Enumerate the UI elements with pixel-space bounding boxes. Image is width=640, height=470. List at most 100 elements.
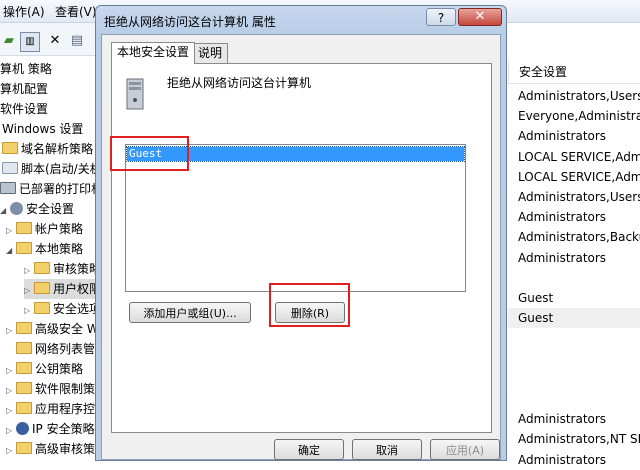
tree-item-label: 脚本(启动/关机	[21, 162, 96, 176]
policy-setting-row[interactable]: Administrators	[518, 126, 640, 146]
tree-item-software-settings[interactable]: 软件设置	[0, 99, 48, 119]
expand-triangle-icon[interactable]: ▷	[24, 261, 34, 281]
folder-icon	[16, 222, 32, 234]
expand-triangle-icon[interactable]: ▷	[24, 301, 34, 321]
tree-item-label: 高级安全 W	[35, 322, 96, 336]
collapse-triangle-icon[interactable]: ◢	[0, 201, 10, 221]
tree-item-label: 安全设置	[26, 202, 75, 216]
folder-icon	[16, 362, 32, 374]
policy-setting-row[interactable]: Administrators	[518, 450, 640, 470]
tab-page: 拒绝从网络访问这台计算机 Guest 添加用户或组(U)... 删除(R)	[111, 63, 492, 433]
tree-item-audit-policy[interactable]: ▷ 审核策略	[24, 259, 96, 279]
help-button[interactable]: ?	[426, 8, 456, 26]
tab-local-security-setting[interactable]: 本地安全设置	[111, 42, 196, 64]
expand-triangle-icon[interactable]: ▷	[6, 321, 16, 341]
folder-icon	[16, 442, 32, 454]
tree-item-label: 算机配置	[0, 82, 49, 96]
apply-button[interactable]: 应用(A)	[430, 439, 500, 460]
expand-triangle-icon[interactable]: ▷	[6, 361, 16, 381]
tree-item-user-rights[interactable]: ▷ 用户权限	[24, 279, 96, 299]
add-user-or-group-button[interactable]: 添加用户或组(U)...	[129, 302, 251, 323]
script-icon	[2, 162, 18, 174]
tree-item-label: IP 安全策略	[32, 422, 95, 436]
policy-setting-row[interactable]: Guest	[508, 308, 640, 329]
annotation-box-guest	[110, 136, 189, 171]
tree-item-windows-settings[interactable]: Windows 设置	[2, 119, 83, 139]
tree-item-name-resolution[interactable]: 域名解析策略	[2, 139, 93, 159]
folder-icon[interactable]: ▰	[0, 32, 18, 50]
expand-triangle-icon[interactable]: ▷	[6, 221, 16, 241]
tree-item-scripts[interactable]: 脚本(启动/关机	[2, 159, 96, 179]
policy-heading: 拒绝从网络访问这台计算机	[167, 76, 312, 90]
console-tree: 算机 策略 算机配置 软件设置 Windows 设置 域名解析策略 脚本(启动/…	[0, 56, 96, 461]
policy-setting-row[interactable]: LOCAL SERVICE,Admi...	[518, 167, 640, 187]
annotation-box-remove	[269, 283, 350, 327]
dialog-title: 拒绝从网络访问这台计算机 属性	[104, 15, 276, 29]
details-view-icon[interactable]: ▥	[20, 32, 40, 52]
tree-item-app-control[interactable]: ▷ 应用程序控	[6, 399, 95, 419]
folder-icon	[2, 142, 18, 154]
tree-item-computer-config[interactable]: 算机配置	[0, 79, 48, 99]
tree-item-software-restriction[interactable]: ▷ 软件限制策	[6, 379, 95, 399]
tree-item-advanced-firewall[interactable]: ▷ 高级安全 W	[6, 319, 96, 339]
expand-triangle-icon[interactable]: ▷	[6, 381, 16, 401]
policy-setting-row[interactable]	[518, 349, 640, 369]
tree-item-security-options[interactable]: ▷ 安全选项	[24, 299, 96, 319]
properties-icon[interactable]: ▤	[68, 32, 86, 50]
tree-item-advanced-audit[interactable]: ▷ 高级审核策	[6, 439, 95, 459]
policy-setting-row[interactable]: Everyone,Administrat...	[518, 106, 640, 126]
tree-item-label: 域名解析策略	[21, 142, 94, 156]
tree-item-label: 安全选项	[53, 302, 96, 316]
folder-icon	[34, 262, 50, 274]
tree-item-label: 高级审核策	[35, 442, 96, 456]
policy-setting-row[interactable]: LOCAL SERVICE,Admi...	[518, 147, 640, 167]
tree-item-account-policies[interactable]: ▷ 帐户策略	[6, 219, 83, 239]
policy-setting-row[interactable]: Administrators	[518, 207, 640, 227]
policy-setting-row[interactable]: Administrators,Backu...	[518, 227, 640, 247]
expand-triangle-icon[interactable]: ▷	[24, 281, 34, 301]
tree-item-public-key[interactable]: ▷ 公钥策略	[6, 359, 83, 379]
tree-item-ip-security[interactable]: ▷ IP 安全策略	[6, 419, 95, 439]
expand-triangle-icon[interactable]: ▷	[6, 401, 16, 421]
close-button[interactable]: ✕	[458, 8, 502, 26]
policy-setting-row[interactable]	[518, 268, 640, 288]
folder-icon	[34, 302, 50, 314]
policy-setting-row[interactable]: Guest	[518, 288, 640, 308]
tree-item-deployed-printers[interactable]: 已部署的打印机	[0, 179, 96, 199]
policy-setting-row[interactable]: Administrators,Users,...	[518, 187, 640, 207]
policy-setting-row[interactable]	[518, 369, 640, 389]
policy-setting-row[interactable]: Administrators	[518, 409, 640, 429]
folder-icon	[34, 282, 50, 294]
server-icon	[126, 78, 144, 110]
policy-setting-row[interactable]	[518, 389, 640, 409]
tree-item-label: 应用程序控	[35, 402, 96, 416]
folder-icon	[16, 382, 32, 394]
tree-item-security-settings[interactable]: ◢ 安全设置	[0, 199, 74, 219]
menu-view[interactable]: 查看(V)	[55, 3, 97, 20]
tree-item-computer-policy[interactable]: 算机 策略	[0, 59, 52, 79]
tree-item-label: 本地策略	[35, 242, 84, 256]
tab-explain[interactable]: 说明	[192, 43, 229, 63]
ok-button[interactable]: 确定	[274, 439, 344, 460]
menu-action[interactable]: 操作(A)	[3, 3, 45, 20]
policy-setting-row[interactable]: Administrators,Users	[518, 86, 640, 106]
policy-setting-row[interactable]: Administrators,NT SE...	[518, 429, 640, 449]
tree-item-label: 软件限制策	[35, 382, 96, 396]
collapse-triangle-icon[interactable]: ◢	[6, 241, 16, 261]
delete-icon[interactable]: ✕	[46, 32, 64, 50]
folder-icon	[16, 242, 32, 254]
folder-icon	[16, 322, 32, 334]
policy-setting-row[interactable]	[518, 328, 640, 348]
expand-triangle-icon[interactable]: ▷	[6, 441, 16, 461]
expand-triangle-icon[interactable]: ▷	[6, 421, 16, 441]
tree-item-label: 公钥策略	[35, 362, 84, 376]
tree-item-label: 审核策略	[53, 262, 96, 276]
policy-setting-row[interactable]: Administrators	[518, 248, 640, 268]
tree-item-network-list[interactable]: 网络列表管	[6, 339, 95, 359]
ip-security-icon	[16, 422, 29, 435]
folder-icon	[16, 342, 32, 354]
cancel-button[interactable]: 取消	[352, 439, 422, 460]
policy-list-pane: 安全设置 Administrators,Users Everyone,Admini…	[508, 56, 640, 467]
column-header-security-setting[interactable]: 安全设置	[508, 60, 640, 84]
tree-item-local-policies[interactable]: ◢ 本地策略	[6, 239, 83, 259]
